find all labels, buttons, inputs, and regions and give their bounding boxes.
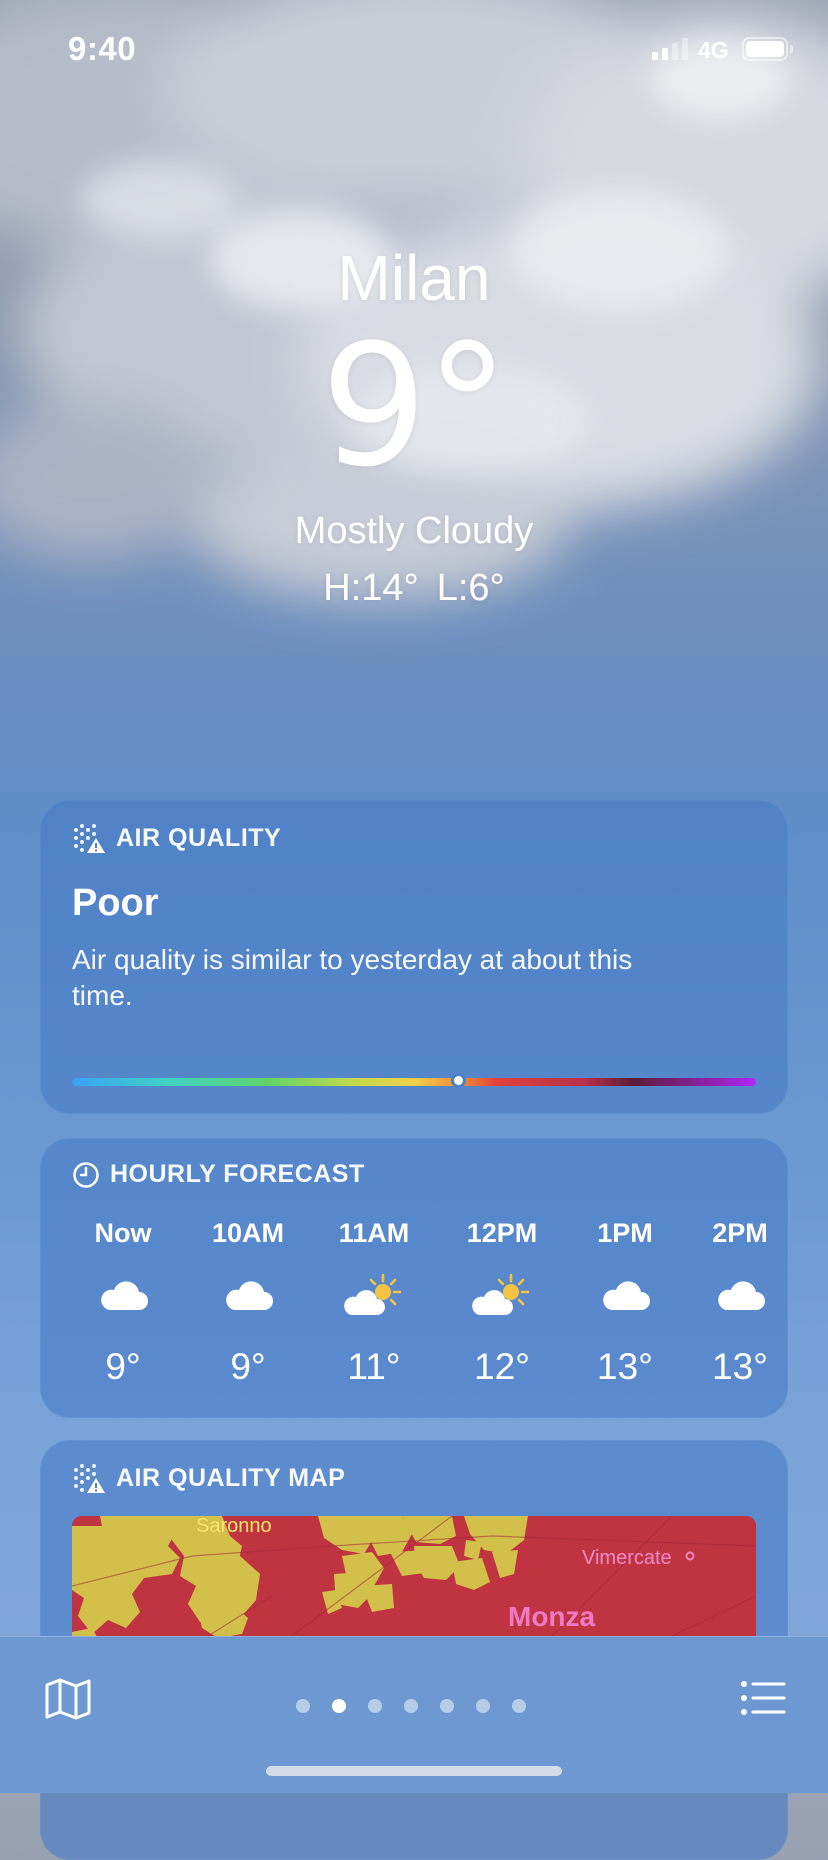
list-icon[interactable] — [740, 1679, 786, 1717]
current-weather: Milan 9° Mostly Cloudy H:14° L:6° — [0, 240, 828, 610]
hourly-item: Now 9° — [68, 1218, 178, 1388]
hour-temperature: 9° — [105, 1346, 141, 1387]
air-quality-map-title: AIR QUALITY MAP — [116, 1463, 346, 1492]
air-quality-header: AIR QUALITY — [72, 822, 281, 854]
weather-condition: Mostly Cloudy — [294, 510, 534, 552]
hour-label: Now — [94, 1218, 152, 1248]
hour-temperature: 9° — [230, 1346, 266, 1387]
map-label-monza: Monza — [508, 1601, 596, 1632]
page-dot[interactable] — [512, 1699, 526, 1713]
page-dot[interactable] — [476, 1699, 490, 1713]
hourly-item: 1PM 13° — [570, 1218, 680, 1388]
map-icon[interactable] — [44, 1677, 92, 1721]
air-quality-description: Air quality is similar to yesterday at a… — [72, 944, 633, 1011]
page-dot[interactable] — [296, 1699, 310, 1713]
air-quality-card[interactable]: AIR QUALITY Poor Air quality is similar … — [40, 800, 788, 1114]
network-type: 4G — [698, 37, 729, 63]
hourly-forecast-header: HOURLY FORECAST — [72, 1160, 365, 1189]
page-dot[interactable] — [440, 1699, 454, 1713]
hourly-item: 2PM 13° — [685, 1218, 795, 1388]
page-dot[interactable] — [404, 1699, 418, 1713]
current-temperature: 9° — [320, 308, 510, 504]
hourly-item: 11AM 11° — [319, 1218, 429, 1388]
battery-icon — [742, 37, 793, 61]
cloud-icon — [193, 1260, 303, 1330]
hourly-item: 10AM 9° — [193, 1218, 303, 1388]
hour-label: 1PM — [597, 1218, 653, 1248]
hour-temperature: 12° — [474, 1346, 530, 1387]
city-name: Milan — [337, 242, 491, 314]
air-quality-map-header: AIR QUALITY MAP — [72, 1462, 345, 1494]
air-quality-scale — [72, 1078, 756, 1086]
hour-label: 2PM — [712, 1218, 768, 1248]
cloud-icon — [68, 1260, 178, 1330]
low-temperature: L:6° — [436, 567, 505, 609]
air-quality-level: Poor — [72, 882, 159, 924]
hour-temperature: 13° — [597, 1346, 653, 1387]
hour-temperature: 11° — [347, 1346, 401, 1387]
hour-label: 11AM — [338, 1218, 410, 1248]
high-temperature: H:14° — [323, 567, 419, 609]
status-time: 9:40 — [68, 30, 137, 67]
air-quality-icon — [74, 1464, 105, 1493]
page-indicator[interactable] — [296, 1699, 526, 1713]
cloud-icon — [570, 1260, 680, 1330]
hour-label: 10AM — [211, 1218, 285, 1248]
air-quality-icon — [74, 824, 105, 853]
partly-sunny-icon — [447, 1260, 557, 1330]
partly-sunny-icon — [319, 1260, 429, 1330]
map-label-saronno: Saronno — [196, 1516, 272, 1537]
map-label-vimercate: Vimercate — [582, 1547, 672, 1569]
cloud-icon — [685, 1260, 795, 1330]
clock-icon — [73, 1161, 99, 1188]
status-bar: 9:40 4G — [0, 0, 828, 100]
hour-temperature: 13° — [712, 1346, 768, 1387]
home-indicator[interactable] — [266, 1766, 562, 1776]
hourly-forecast-list[interactable]: Now 9° 10AM 9° 11AM 11° 12PM 12° 1PM 13° 2PM 13° — [68, 1218, 768, 1398]
air-quality-title: AIR QUALITY — [116, 823, 282, 852]
hourly-forecast-card[interactable]: HOURLY FORECAST Now 9° 10AM 9° 11AM 11° 12PM 12… — [40, 1138, 788, 1418]
hour-label: 12PM — [466, 1218, 538, 1248]
cellular-signal-icon — [652, 36, 688, 60]
hourly-item: 12PM 12° — [447, 1218, 557, 1388]
high-low: H:14° L:6° — [0, 567, 828, 610]
page-dot[interactable] — [368, 1699, 382, 1713]
hourly-forecast-title: HOURLY FORECAST — [110, 1160, 365, 1188]
page-dot[interactable] — [332, 1699, 346, 1713]
